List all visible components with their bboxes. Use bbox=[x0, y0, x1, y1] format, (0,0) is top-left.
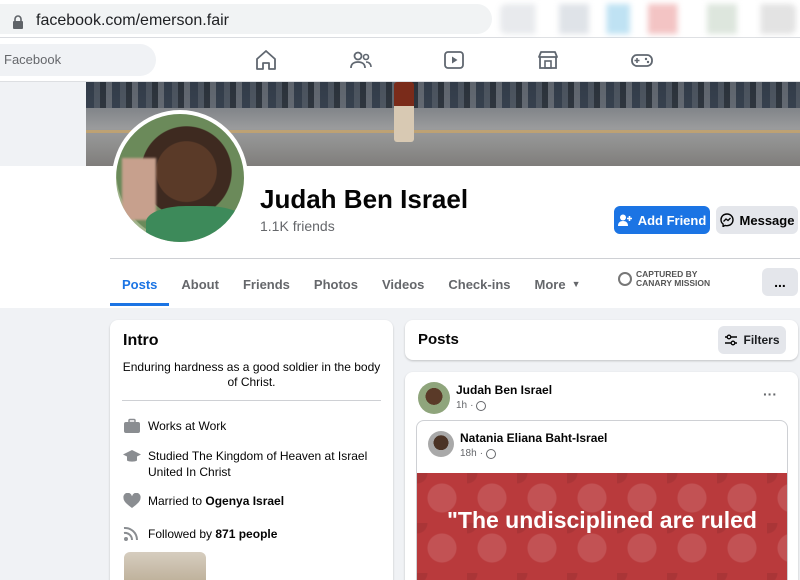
tab-videos-label: Videos bbox=[381, 276, 425, 292]
add-friend-label: Add Friend bbox=[637, 212, 707, 228]
filters-button[interactable]: Filters bbox=[718, 326, 786, 354]
intro-followers: Followed by 871 people bbox=[122, 526, 382, 542]
public-globe-icon bbox=[476, 400, 487, 411]
caret-down-icon: ▼ bbox=[571, 279, 581, 289]
message-label: Message bbox=[739, 212, 795, 228]
add-friend-button[interactable]: Add Friend bbox=[614, 206, 710, 234]
heart-icon bbox=[123, 493, 141, 508]
url-text: facebook.com/emerson.fair bbox=[36, 12, 229, 29]
shared-post-time[interactable]: 18h bbox=[460, 448, 477, 459]
intro-relationship-text: Married to Ogenya Israel bbox=[148, 494, 285, 508]
post-options-button[interactable]: ··· bbox=[763, 386, 777, 402]
profile-avatar[interactable] bbox=[112, 110, 248, 246]
lock-icon bbox=[13, 15, 23, 29]
marketplace-icon[interactable] bbox=[536, 48, 560, 72]
post-card: Judah Ben Israel 1h · ··· Natania Eliana… bbox=[405, 372, 798, 580]
tab-posts[interactable]: Posts bbox=[110, 262, 170, 306]
tab-photos[interactable]: Photos bbox=[302, 262, 370, 306]
intro-bio: Enduring hardness as a good soldier in t… bbox=[122, 360, 381, 389]
post-author-avatar[interactable] bbox=[418, 382, 450, 414]
friend-count[interactable]: 1.1K friends bbox=[260, 218, 335, 234]
profile-name: Judah Ben Israel bbox=[260, 184, 469, 214]
tab-check-ins-label: Check-ins bbox=[448, 276, 511, 292]
facebook-top-nav: Facebook bbox=[0, 38, 800, 82]
tab-check-ins[interactable]: Check-ins bbox=[436, 262, 522, 306]
tab-more[interactable]: More ▼ bbox=[523, 262, 593, 306]
intro-work: Works at Work bbox=[122, 418, 382, 434]
header-divider bbox=[110, 258, 800, 259]
friends-icon[interactable] bbox=[349, 48, 373, 72]
message-button[interactable]: Message bbox=[716, 206, 798, 234]
intro-card: Intro Enduring hardness as a good soldie… bbox=[110, 320, 393, 580]
intro-relationship: Married to Ogenya Israel bbox=[122, 493, 382, 509]
profile-tabs: Posts About Friends Photos Videos Check-… bbox=[110, 262, 593, 306]
rss-icon bbox=[123, 526, 139, 541]
shared-post[interactable]: Natania Eliana Baht-Israel 18h · "The un… bbox=[416, 420, 788, 580]
spouse-link[interactable]: Ogenya Israel bbox=[205, 494, 284, 508]
intro-education-text: Studied The Kingdom of Heaven at Israel … bbox=[148, 449, 368, 479]
tab-posts-label: Posts bbox=[122, 276, 158, 292]
intro-followers-text: Followed by 871 people bbox=[148, 527, 278, 541]
tab-about[interactable]: About bbox=[169, 262, 231, 306]
shared-post-meta: 18h · bbox=[460, 448, 497, 459]
messenger-icon bbox=[719, 213, 734, 227]
avatar-shirt bbox=[146, 206, 244, 242]
tab-friends[interactable]: Friends bbox=[231, 262, 302, 306]
avatar-blur-region bbox=[122, 158, 156, 220]
followers-link[interactable]: 871 people bbox=[215, 527, 277, 541]
tab-videos[interactable]: Videos bbox=[370, 262, 436, 306]
canary-mission-icon bbox=[618, 272, 632, 286]
facebook-search-box[interactable]: Facebook bbox=[0, 44, 156, 76]
shared-public-globe-icon bbox=[486, 448, 497, 459]
capture-watermark: CAPTURED BY CANARY MISSION bbox=[618, 270, 710, 288]
cover-crowd bbox=[86, 82, 800, 108]
tab-photos-label: Photos bbox=[313, 276, 358, 292]
filters-label: Filters bbox=[743, 333, 780, 347]
capture-text: CAPTURED BY CANARY MISSION bbox=[636, 270, 710, 288]
tab-friends-label: Friends bbox=[242, 276, 290, 292]
intro-work-text: Works at Work bbox=[148, 419, 227, 433]
intro-title: Intro bbox=[123, 332, 159, 349]
cover-figure bbox=[394, 82, 414, 142]
intro-education: Studied The Kingdom of Heaven at Israel … bbox=[122, 448, 382, 480]
home-icon[interactable] bbox=[254, 48, 278, 72]
add-friend-icon bbox=[617, 214, 632, 226]
capture-line-2: CANARY MISSION bbox=[636, 278, 711, 288]
post-meta: 1h · bbox=[456, 400, 487, 411]
intro-featured-photo[interactable] bbox=[124, 552, 206, 580]
shared-author-avatar[interactable] bbox=[428, 431, 454, 457]
watch-icon[interactable] bbox=[442, 48, 466, 72]
tab-more-label: More bbox=[534, 276, 566, 292]
tab-about-label: About bbox=[181, 276, 219, 292]
profile-more-button[interactable]: ... bbox=[762, 268, 798, 296]
address-field[interactable]: facebook.com/emerson.fair bbox=[0, 4, 492, 34]
briefcase-icon bbox=[124, 418, 140, 433]
search-text: Facebook bbox=[4, 52, 62, 67]
posts-title: Posts bbox=[418, 331, 459, 348]
blurred-extension-icons bbox=[500, 4, 796, 34]
browser-url-bar: facebook.com/emerson.fair bbox=[0, 0, 800, 38]
post-author-name[interactable]: Judah Ben Israel bbox=[456, 383, 552, 397]
gaming-icon[interactable] bbox=[630, 48, 654, 72]
filters-icon bbox=[725, 334, 738, 346]
post-time[interactable]: 1h bbox=[456, 400, 467, 411]
shared-author-name[interactable]: Natania Eliana Baht-Israel bbox=[460, 431, 607, 445]
posts-header-card: Posts Filters bbox=[405, 320, 798, 360]
graduation-cap-icon bbox=[123, 450, 141, 462]
quote-text: "The undisciplined are ruled bbox=[447, 507, 757, 533]
intro-divider bbox=[122, 400, 381, 401]
